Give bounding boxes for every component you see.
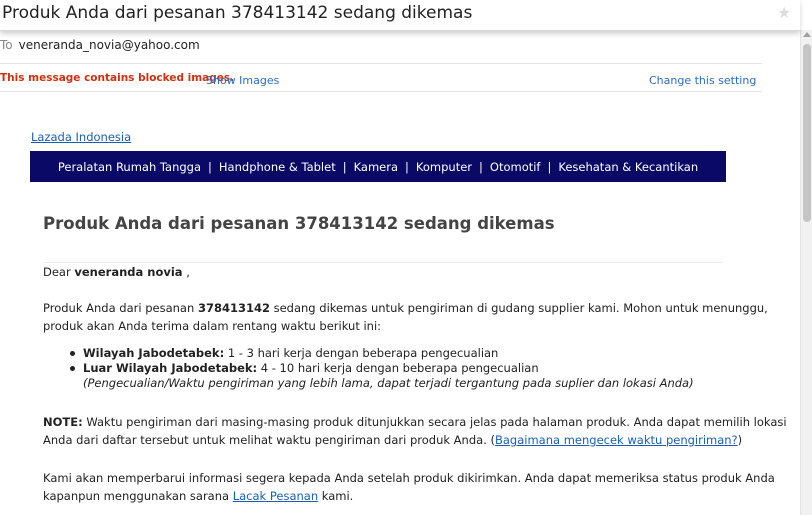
greeting-suffix: , (182, 265, 190, 279)
greeting-prefix: Dear (43, 265, 75, 279)
divider (0, 63, 762, 64)
blocked-images-warning: This message contains blocked images. (0, 72, 235, 84)
recipient-row: To veneranda_novia@yahoo.com (0, 38, 200, 52)
list-item-text: 1 - 3 hari kerja dengan beberapa pengecu… (224, 346, 499, 360)
tracking-line1: Kami akan memperbarui informasi segera k… (43, 471, 775, 485)
list-item-text: 4 - 10 hari kerja dengan beberapa pengec… (257, 361, 539, 375)
order-paragraph-line2: produk akan Anda terima dalam rentang wa… (43, 319, 382, 333)
note-paragraph: NOTE: Waktu pengiriman dari masing-masin… (43, 413, 787, 449)
nav-item-otomotif[interactable]: Otomotif (490, 160, 541, 174)
vertical-scrollbar[interactable] (800, 30, 812, 515)
nav-item-kesehatan-kecantikan[interactable]: Kesehatan & Kecantikan (558, 160, 698, 174)
exception-note: (Pengecualian/Waktu pengiriman yang lebi… (83, 376, 694, 390)
list-item-label: Wilayah Jabodetabek: (83, 346, 225, 360)
customer-name: veneranda novia (74, 265, 183, 279)
note-label: NOTE: (43, 415, 83, 429)
scroll-up-arrow-icon[interactable] (803, 32, 811, 37)
check-delivery-time-link[interactable]: Bagaimana mengecek waktu pengiriman? (495, 433, 738, 447)
nav-item-handphone-tablet[interactable]: Handphone & Tablet (219, 160, 336, 174)
star-icon[interactable]: ★ (777, 3, 791, 22)
delivery-time-list: Wilayah Jabodetabek: 1 - 3 hari kerja de… (70, 346, 694, 391)
track-order-link[interactable]: Lacak Pesanan (233, 489, 318, 503)
category-navbar: Peralatan Rumah Tangga | Handphone & Tab… (30, 151, 726, 182)
greeting: Dear veneranda novia , (43, 263, 190, 281)
nav-separator: | (342, 159, 347, 174)
order-paragraph: Produk Anda dari pesanan 378413142 sedan… (43, 299, 768, 335)
nav-item-komputer[interactable]: Komputer (416, 160, 472, 174)
list-item-label: Luar Wilayah Jabodetabek: (83, 361, 258, 375)
list-item: Wilayah Jabodetabek: 1 - 3 hari kerja de… (70, 346, 694, 361)
scroll-thumb[interactable] (803, 44, 811, 222)
email-heading: Produk Anda dari pesanan 378413142 sedan… (43, 214, 555, 233)
tracking-line2: kapanpun menggunakan sarana Lacak Pesana… (43, 487, 775, 505)
tracking-paragraph: Kami akan memperbarui informasi segera k… (43, 469, 775, 505)
text-fragment: Anda dari daftar tersebut untuk melihat … (43, 433, 495, 447)
nav-separator: | (405, 159, 409, 174)
note-line1: NOTE: Waktu pengiriman dari masing-masin… (43, 413, 787, 431)
divider (0, 91, 762, 92)
order-number: 378413142 (197, 301, 270, 315)
nav-separator: | (547, 159, 552, 174)
text-fragment: kapanpun menggunakan sarana (43, 489, 233, 503)
lazada-indonesia-link[interactable]: Lazada Indonesia (31, 130, 131, 144)
order-paragraph-line1: Produk Anda dari pesanan 378413142 sedan… (43, 299, 768, 317)
list-item: Luar Wilayah Jabodetabek: 4 - 10 hari ke… (70, 361, 694, 376)
email-viewer: Produk Anda dari pesanan 378413142 sedan… (0, 0, 812, 515)
recipient-address[interactable]: veneranda_novia@yahoo.com (19, 38, 200, 52)
nav-separator: | (208, 159, 212, 174)
change-setting-link[interactable]: Change this setting (649, 74, 756, 87)
nav-item-kamera[interactable]: Kamera (354, 160, 398, 174)
text-fragment: kami. (318, 489, 354, 503)
nav-item-peralatan-rumah-tangga[interactable]: Peralatan Rumah Tangga (58, 160, 201, 174)
note-line2: Anda dari daftar tersebut untuk melihat … (43, 431, 787, 449)
show-images-link[interactable]: Show Images (206, 74, 279, 87)
nav-separator: | (479, 159, 483, 174)
email-subject: Produk Anda dari pesanan 378413142 sedan… (2, 3, 473, 23)
text-fragment: sedang dikemas untuk pengiriman di gudan… (269, 301, 768, 315)
to-label: To (0, 38, 13, 52)
text-fragment: Produk Anda dari pesanan (43, 301, 198, 315)
subject-bar: Produk Anda dari pesanan 378413142 sedan… (0, 0, 800, 31)
text-fragment: Waktu pengiriman dari masing-masing prod… (82, 415, 787, 429)
text-fragment: ) (737, 433, 743, 447)
